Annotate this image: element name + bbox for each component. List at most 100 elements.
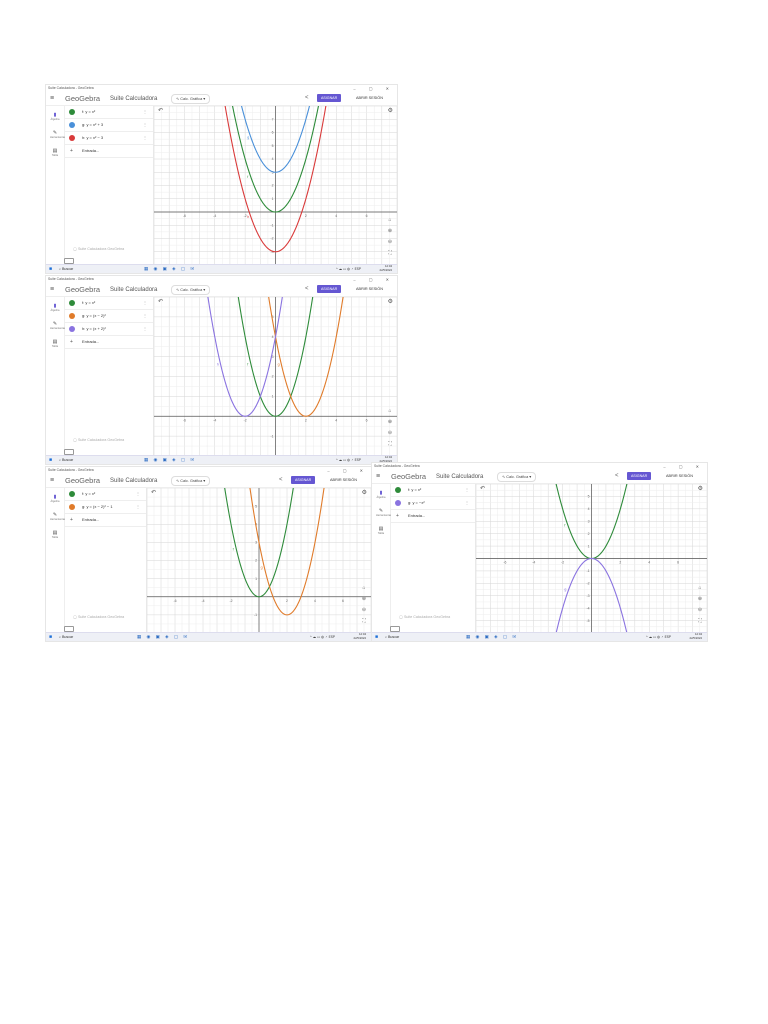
input-placeholder[interactable]: Entrada... [408,510,425,522]
expression-text[interactable]: f: y = x² [408,484,421,496]
visibility-toggle[interactable] [69,135,75,141]
visibility-toggle[interactable] [69,300,75,306]
taskbar-search[interactable]: ⌕ Buscar [59,266,73,272]
fullscreen-icon[interactable]: ⛶ [386,441,394,452]
share-icon[interactable]: < [305,94,309,103]
expression-text[interactable]: g: y = x² + 3 [82,119,103,131]
graph-canvas[interactable]: -6 -4 -2 2 4 6-112345fg [147,488,371,633]
calculator-dropdown[interactable]: ∿ Calc. Gráfica ▾ [171,94,211,104]
system-tray[interactable]: ^ ☁ ▭ ◍ ◔ [336,457,353,463]
zoom-in-icon[interactable]: ⊕ [360,596,368,607]
input-placeholder[interactable]: Entrada... [82,514,99,526]
graph-canvas[interactable]: -6 -4 -2 2 4 6-112345f gh [154,297,397,456]
clock[interactable]: 12:04 22/5/2024 [690,632,702,640]
graphing-view[interactable]: -6 -4 -2 2 4 6 -1 1 2 3 4 5 f g h ↶ ⚙ ⌂ ⊕ ⊖ ⛶ [154,297,397,456]
windows-start-icon[interactable]: ■ [49,457,52,463]
rail-algebra[interactable]: ▮ Álgebra [50,494,60,503]
algebra-row[interactable]: g: y = (x − 2)² − 1 ⋮ [65,501,146,514]
assign-button[interactable]: ASIGNAR [317,285,342,293]
visibility-toggle[interactable] [69,122,75,128]
algebra-row[interactable]: h: y = x² − 3 ⋮ [65,132,153,145]
share-icon[interactable]: < [279,476,283,485]
expression-text[interactable]: f: y = x² [82,297,95,309]
zoom-in-icon[interactable]: ⊕ [386,228,394,239]
visibility-toggle[interactable] [395,500,401,506]
menu-icon[interactable]: ≡ [376,472,380,481]
home-icon[interactable]: ⌂ [696,585,704,596]
zoom-out-icon[interactable]: ⊖ [696,607,704,618]
visibility-toggle[interactable] [69,504,75,510]
visibility-toggle[interactable] [69,109,75,115]
visibility-toggle[interactable] [69,326,75,332]
system-tray[interactable]: ^ ☁ ▭ ◍ ◔ [310,634,327,640]
rail-algebra[interactable]: ▮ Álgebra [50,303,60,312]
window-controls[interactable]: – ▢ ✕ [327,467,369,474]
input-placeholder[interactable]: Entrada... [82,336,99,348]
more-options-icon[interactable]: ⋮ [143,297,147,309]
system-tray[interactable]: ^ ☁ ▭ ◍ ◔ [646,634,663,640]
graphing-view[interactable]: -6 -4 -2 2 4 6 -1 1 2 3 4 5 f g ↶ ⚙ ⌂ ⊕ ⊖ ⛶ [147,488,371,633]
expression-text[interactable]: g: y = −x² [408,497,425,509]
signin-button[interactable]: ABRIR SESIÓN [666,472,693,480]
windows-start-icon[interactable]: ■ [49,266,52,272]
gear-icon[interactable]: ⚙ [698,485,703,492]
assign-button[interactable]: ASIGNAR [317,94,342,102]
algebra-row[interactable]: g: y = x² + 3 ⋮ [65,119,153,132]
fullscreen-icon[interactable]: ⛶ [360,618,368,629]
fullscreen-icon[interactable]: ⛶ [696,618,704,629]
visibility-toggle[interactable] [69,491,75,497]
algebra-row[interactable]: f: y = x² ⋮ [65,106,153,119]
language-indicator[interactable]: ESP [355,457,361,463]
algebra-row[interactable]: f: y = x² ⋮ [65,488,146,501]
more-options-icon[interactable]: ⋮ [465,497,469,509]
assign-button[interactable]: ASIGNAR [291,476,316,484]
window-controls[interactable]: – ▢ ✕ [353,85,395,92]
zoom-out-icon[interactable]: ⊖ [360,607,368,618]
calculator-dropdown[interactable]: ∿ Calc. Gráfica ▾ [171,476,211,486]
taskbar-search[interactable]: ⌕ Buscar [59,634,73,640]
rail-algebra[interactable]: ▮ Álgebra [376,490,386,499]
rail-tools[interactable]: ✎ Herramientas [50,512,66,521]
share-icon[interactable]: < [305,285,309,294]
menu-icon[interactable]: ≡ [50,94,54,103]
taskbar-apps[interactable]: ▦ ◉ ▣ ◈ ▢ ✉ [466,634,518,640]
more-options-icon[interactable]: ⋮ [136,501,140,513]
menu-icon[interactable]: ≡ [50,285,54,294]
algebra-row[interactable]: g: y = (x − 2)² ⋮ [65,310,153,323]
signin-button[interactable]: ABRIR SESIÓN [356,285,383,293]
undo-icon[interactable]: ↶ [480,485,485,492]
more-options-icon[interactable]: ⋮ [143,119,147,131]
home-icon[interactable]: ⌂ [386,408,394,419]
windows-start-icon[interactable]: ■ [49,634,52,640]
windows-start-icon[interactable]: ■ [375,634,378,640]
rail-algebra[interactable]: ▮ Álgebra [50,112,60,121]
system-tray[interactable]: ^ ☁ ▭ ◍ ◔ [336,266,353,272]
taskbar-apps[interactable]: ▦ ◉ ▣ ◈ ▢ ✉ [144,457,196,463]
home-icon[interactable]: ⌂ [386,217,394,228]
more-options-icon[interactable]: ⋮ [143,106,147,118]
taskbar-search[interactable]: ⌕ Buscar [59,457,73,463]
zoom-in-icon[interactable]: ⊕ [696,596,704,607]
algebra-row[interactable]: g: y = −x² ⋮ [391,497,475,510]
more-options-icon[interactable]: ⋮ [143,310,147,322]
expression-text[interactable]: g: y = (x − 2)² [82,310,106,322]
algebra-input-row[interactable]: + Entrada... [391,510,475,523]
expression-text[interactable]: f: y = x² [82,488,95,500]
graph-canvas[interactable]: -6 -4 -2 2 4 6-3-2-11234567fgh [154,106,397,265]
gear-icon[interactable]: ⚙ [362,489,367,496]
fullscreen-icon[interactable]: ⛶ [386,250,394,261]
language-indicator[interactable]: ESP [329,634,335,640]
menu-icon[interactable]: ≡ [50,476,54,485]
graphing-view[interactable]: -6 -4 -2 2 4 6 -3 -2 -1 1 2 3 4 5 6 7 f g h ↶ ⚙ ⌂ ⊕ ⊖ ⛶ [154,106,397,265]
taskbar-apps[interactable]: ▦ ◉ ▣ ◈ ▢ ✉ [144,266,196,272]
expression-text[interactable]: h: y = (x + 2)² [82,323,106,335]
signin-button[interactable]: ABRIR SESIÓN [356,94,383,102]
expression-text[interactable]: g: y = (x − 2)² − 1 [82,501,113,513]
expression-text[interactable]: h: y = x² − 3 [82,132,103,144]
rail-table[interactable]: ▤ Tabla [50,339,60,348]
rail-table[interactable]: ▤ Tabla [50,530,60,539]
rail-tools[interactable]: ✎ Herramientas [50,130,66,139]
rail-table[interactable]: ▤ Tabla [376,526,386,535]
gear-icon[interactable]: ⚙ [388,107,393,114]
algebra-input-row[interactable]: + Entrada... [65,336,153,349]
